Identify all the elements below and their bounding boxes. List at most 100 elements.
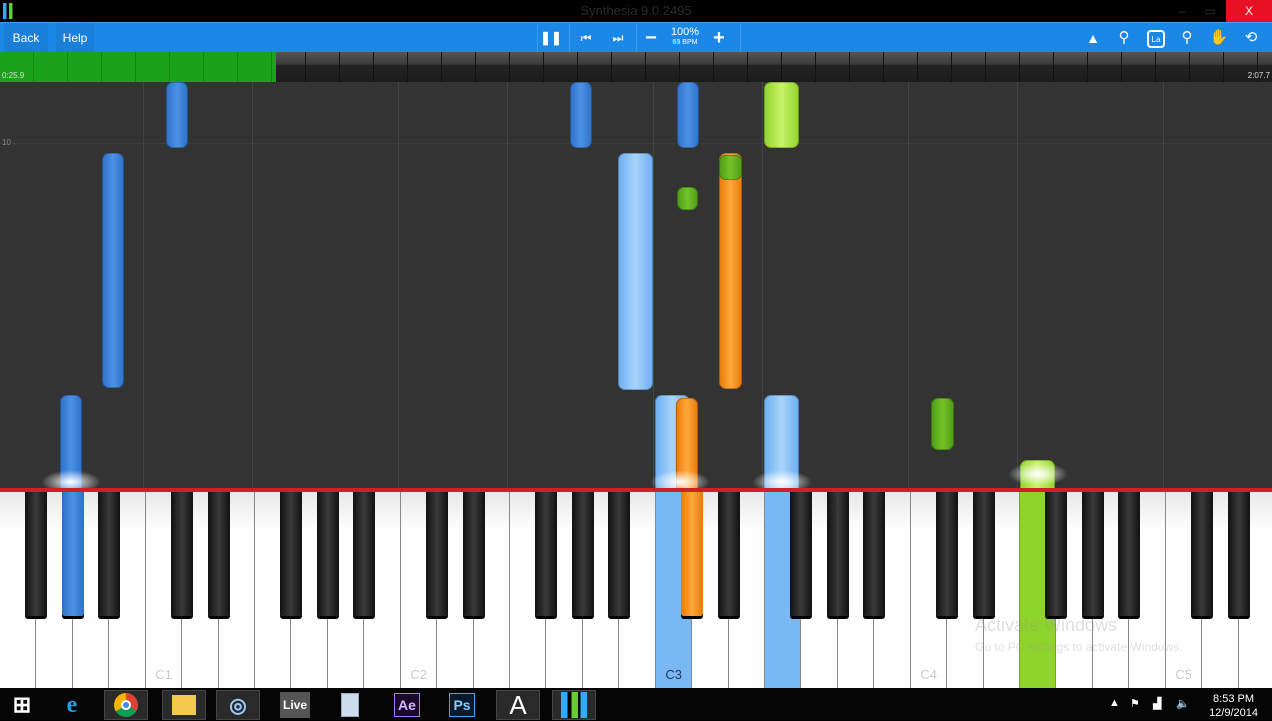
font-app-icon[interactable]: A xyxy=(496,690,540,720)
metronome-icon[interactable]: ▲ xyxy=(1083,23,1103,53)
back-button[interactable]: Back xyxy=(4,23,48,53)
chrome-icon[interactable] xyxy=(104,690,148,720)
after-effects-icon[interactable]: Ae xyxy=(385,690,429,720)
loop-icon[interactable]: ⟲ xyxy=(1240,23,1262,53)
title-bar: Synthesia 9.0.2495 – ▭ X xyxy=(0,0,1272,22)
black-key-Gsharp[interactable] xyxy=(571,492,594,616)
black-key-Csharp[interactable] xyxy=(1191,492,1214,616)
speed-display: 100% 69 BPM xyxy=(668,26,702,47)
close-button[interactable]: X xyxy=(1226,0,1272,22)
progress-fill xyxy=(0,52,277,82)
octave-label: C1 xyxy=(155,667,173,682)
divider xyxy=(740,23,741,53)
photoshop-icon[interactable]: Ps xyxy=(440,690,484,720)
clock-time: 8:53 PM xyxy=(1213,693,1255,705)
la-icon[interactable]: La xyxy=(1146,23,1166,53)
black-key-Asharp[interactable] xyxy=(1118,492,1141,616)
octave-label: C4 xyxy=(920,667,938,682)
black-key-Gsharp[interactable] xyxy=(61,492,84,616)
elapsed-time: 0:25.9 xyxy=(2,71,25,80)
slower-button[interactable]: − xyxy=(640,23,662,53)
ps-label: Ps xyxy=(449,693,475,717)
note xyxy=(931,398,954,450)
calculator-icon[interactable] xyxy=(328,690,372,720)
restore-button[interactable]: ▭ xyxy=(1200,0,1220,22)
ae-label: Ae xyxy=(394,693,420,717)
black-key-Gsharp[interactable] xyxy=(1081,492,1104,616)
black-key-Dsharp[interactable] xyxy=(717,492,740,616)
bpm: 69 BPM xyxy=(672,39,698,46)
network-icon[interactable]: ▟ xyxy=(1153,697,1161,710)
help-button[interactable]: Help xyxy=(56,23,94,53)
black-key-Gsharp[interactable] xyxy=(826,492,849,616)
note xyxy=(618,153,653,390)
black-key-Dsharp[interactable] xyxy=(207,492,230,616)
grid-line xyxy=(1163,82,1164,490)
divider xyxy=(569,23,570,53)
live-label: Live xyxy=(279,692,310,718)
faster-button[interactable]: + xyxy=(708,23,730,53)
black-key-Fsharp[interactable] xyxy=(535,492,558,616)
hand-icon[interactable]: ✋ xyxy=(1209,23,1229,53)
location-pin-icon[interactable]: ⚲ xyxy=(1177,23,1197,53)
grid-line xyxy=(653,82,654,490)
black-key-Asharp[interactable] xyxy=(863,492,886,616)
note-roll: 10 xyxy=(0,82,1272,500)
piano-keyboard[interactable]: C1 C2 C3 C4 C5 xyxy=(0,492,1272,688)
song-progress-bar[interactable]: 0:25.9 2:07.7 xyxy=(0,52,1272,82)
octave-label: C5 xyxy=(1175,667,1193,682)
black-key-Gsharp[interactable] xyxy=(316,492,339,616)
black-key-Asharp[interactable] xyxy=(608,492,631,616)
note xyxy=(677,187,698,210)
watermark-title: Activate Windows xyxy=(975,615,1118,635)
clock-date: 12/9/2014 xyxy=(1209,707,1258,719)
taskbar: ⊞ e ◎ Live Ae Ps A ▲ ⚑ ▟ 🔈 8:53 PM 12/9/… xyxy=(0,688,1272,720)
tray-expand-icon[interactable]: ▲ xyxy=(1109,697,1120,709)
grid-line xyxy=(507,82,508,490)
clock[interactable]: 8:53 PM 12/9/2014 xyxy=(1209,692,1258,720)
window-title: Synthesia 9.0.2495 xyxy=(580,3,692,18)
note xyxy=(719,155,742,180)
note xyxy=(764,82,799,148)
start-button[interactable]: ⊞ xyxy=(0,690,44,720)
black-key-Asharp[interactable] xyxy=(353,492,376,616)
black-key-Dsharp[interactable] xyxy=(1227,492,1250,616)
black-key-Fsharp[interactable] xyxy=(790,492,813,616)
black-key-Csharp[interactable] xyxy=(681,492,704,616)
measure-number: 10 xyxy=(2,138,11,147)
black-key-Csharp[interactable] xyxy=(936,492,959,616)
total-time: 2:07.7 xyxy=(1247,71,1270,80)
black-key-Fsharp[interactable] xyxy=(280,492,303,616)
black-key-Fsharp[interactable] xyxy=(25,492,48,616)
note xyxy=(570,82,592,148)
minimize-button[interactable]: – xyxy=(1172,0,1192,22)
file-explorer-icon[interactable] xyxy=(162,690,206,720)
pause-button[interactable]: ❚❚ xyxy=(538,23,564,53)
synthesia-taskbar-icon[interactable] xyxy=(552,690,596,720)
a-label: A xyxy=(509,689,527,720)
grid-line xyxy=(1017,82,1018,490)
internet-explorer-icon[interactable]: e xyxy=(50,690,94,720)
octave-label: C2 xyxy=(410,667,428,682)
octave-label: C3 xyxy=(665,667,683,682)
watermark-text: Go to PC settings to activate Windows. xyxy=(975,640,1183,654)
grid-line xyxy=(762,82,763,490)
volume-icon[interactable]: 🔈 xyxy=(1176,697,1190,710)
black-key-Asharp[interactable] xyxy=(98,492,121,616)
black-key-Csharp[interactable] xyxy=(426,492,449,616)
activate-windows-watermark: Activate Windows Go to PC settings to ac… xyxy=(975,615,1182,654)
black-key-Fsharp[interactable] xyxy=(1045,492,1068,616)
ableton-icon[interactable]: ◎ xyxy=(216,690,260,720)
note xyxy=(719,153,742,389)
search-icon[interactable]: ⚲ xyxy=(1113,23,1135,53)
toolbar: Back Help ❚❚ ⏮ ⏭ − 100% 69 BPM + ▲ ⚲ La … xyxy=(0,22,1272,53)
black-key-Csharp[interactable] xyxy=(171,492,194,616)
note xyxy=(677,82,699,148)
black-key-Dsharp[interactable] xyxy=(972,492,995,616)
live-icon[interactable]: Live xyxy=(273,690,317,720)
black-key-Dsharp[interactable] xyxy=(462,492,485,616)
next-button[interactable]: ⏭ xyxy=(606,23,630,53)
action-center-flag-icon[interactable]: ⚑ xyxy=(1130,697,1140,710)
previous-button[interactable]: ⏮ xyxy=(574,23,598,53)
key-glow xyxy=(1008,462,1068,486)
